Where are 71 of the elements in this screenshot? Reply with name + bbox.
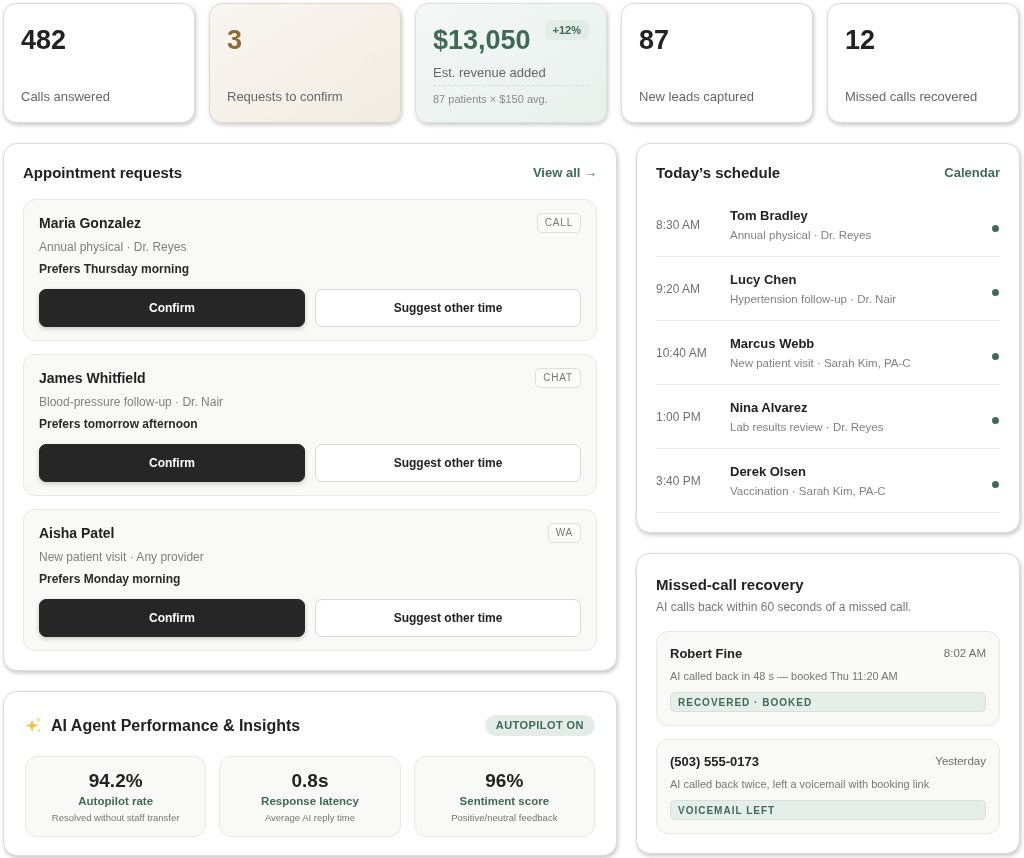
suggest-time-button[interactable]: Suggest other time	[315, 289, 581, 327]
appointment-time: 10:40 AM	[656, 344, 708, 362]
stat-value: 87	[639, 24, 670, 56]
appointment-detail: Hypertension follow-up · Dr. Nair	[730, 291, 898, 307]
patient-name: Maria Gonzalez	[39, 214, 141, 232]
confirm-button[interactable]: Confirm	[39, 599, 305, 637]
confirm-button[interactable]: Confirm	[39, 444, 305, 482]
appointment-detail: Lab results review · Dr. Reyes	[730, 419, 885, 435]
metric-value: 94.2%	[88, 769, 143, 793]
call-detail: AI called back in 48 s — booked Thu 11:20 AM	[670, 669, 899, 684]
sparkle-icon	[25, 717, 42, 734]
panel-title: Appointment requests	[23, 162, 183, 183]
stat-value: 482	[21, 24, 67, 56]
stat-note: 87 patients × $150 avg.	[433, 92, 549, 106]
appointment-time: 1:00 PM	[656, 408, 702, 426]
metric-caption: Positive/neutral feedback	[451, 811, 558, 824]
metric-caption: Average AI reply time	[264, 811, 356, 824]
metric-label: Sentiment score	[459, 794, 550, 809]
appointment-detail: Annual physical · Dr. Reyes	[730, 227, 873, 243]
stat-label: New leads captured	[639, 88, 755, 106]
status-badge: AUTOPILOT ON	[484, 715, 595, 736]
preference-text: Prefers tomorrow afternoon	[39, 416, 199, 433]
metric-label: Autopilot rate	[78, 794, 154, 809]
change-badge: +12%	[544, 20, 589, 40]
channel-tag: CALL	[536, 213, 581, 233]
patient-name: Derek Olsen	[730, 462, 807, 480]
patient-name: Aisha Patel	[39, 524, 115, 542]
appointment-detail: Vaccination · Sarah Kim, PA-C	[730, 483, 887, 499]
patient-name: James Whitfield	[39, 369, 146, 387]
channel-tag: WA	[547, 523, 581, 543]
call-time: 8:02 AM	[943, 646, 986, 662]
appointment-detail: New patient visit · Sarah Kim, PA-C	[730, 355, 912, 371]
patient-name: Marcus Webb	[730, 334, 816, 352]
call-detail: AI called back twice, left a voicemail with booking link	[670, 777, 931, 792]
patient-name: Tom Bradley	[730, 206, 809, 224]
stat-value: $13,050	[433, 24, 531, 56]
calendar-link[interactable]: Calendar	[944, 163, 1000, 183]
appointment-detail: New patient visit · Any provider	[39, 549, 205, 566]
stat-label: Calls answered	[21, 88, 111, 106]
status-tag: VOICEMAIL LEFT	[670, 800, 986, 820]
panel-subtitle: AI calls back within 60 seconds of a missed call.	[656, 599, 913, 615]
caller-name: (503) 555-0173	[670, 753, 759, 772]
appointment-detail: Annual physical · Dr. Reyes	[39, 239, 188, 256]
appointment-detail: Blood-pressure follow-up · Dr. Nair	[39, 394, 225, 411]
metric-caption: Resolved without staff transfer	[51, 811, 180, 824]
metric-label: Response latency	[261, 794, 359, 809]
stat-value: 3	[227, 24, 243, 56]
patient-name: Nina Alvarez	[730, 398, 809, 416]
call-time: Yesterday	[935, 754, 986, 770]
appointment-time: 9:20 AM	[656, 280, 702, 298]
channel-tag: CHAT	[535, 368, 581, 388]
panel-title: AI Agent Performance & Insights	[51, 715, 301, 736]
confirm-button[interactable]: Confirm	[39, 289, 305, 327]
caller-name: Robert Fine	[670, 645, 743, 664]
preference-text: Prefers Monday morning	[39, 571, 182, 588]
stat-label: Missed calls recovered	[845, 88, 979, 106]
suggest-time-button[interactable]: Suggest other time	[315, 444, 581, 482]
stat-value: 12	[845, 24, 876, 56]
metric-value: 96%	[485, 769, 524, 793]
suggest-time-button[interactable]: Suggest other time	[315, 599, 581, 637]
stat-label: Requests to confirm	[227, 88, 344, 106]
metric-value: 0.8s	[291, 769, 329, 793]
appointment-time: 3:40 PM	[656, 472, 702, 490]
panel-title: Today’s schedule	[656, 162, 781, 183]
patient-name: Lucy Chen	[730, 270, 798, 288]
stat-label: Est. revenue added	[433, 64, 547, 82]
status-tag: RECOVERED · BOOKED	[670, 692, 986, 712]
preference-text: Prefers Thursday morning	[39, 261, 191, 278]
view-all-link[interactable]: View all →	[532, 163, 597, 183]
panel-title: Missed-call recovery	[656, 575, 805, 595]
appointment-time: 8:30 AM	[656, 216, 702, 234]
